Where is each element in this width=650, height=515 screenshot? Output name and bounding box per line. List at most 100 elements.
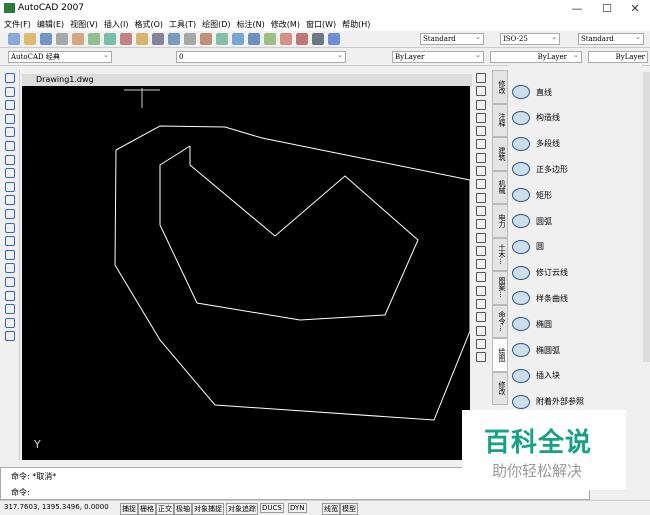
toolbar-icon[interactable] [296,33,308,45]
menu-item[interactable]: 文件(F) [4,19,31,30]
toolbar-icon[interactable] [72,33,84,45]
toolbar-icon[interactable] [280,33,292,45]
palette-item[interactable]: 圆弧 [508,209,552,233]
menu-item[interactable]: 修改(M) [271,19,300,30]
toolbar-icon[interactable] [120,33,132,45]
modify-tool-icon[interactable] [476,352,486,363]
draw-tool-icon[interactable] [5,181,15,192]
toolbar-icon[interactable] [328,33,340,45]
toolbar-icon[interactable] [24,33,36,45]
draw-tool-icon[interactable] [5,168,15,179]
palette-tab[interactable]: 修改 [492,70,508,104]
toolbar-icon[interactable] [312,33,324,45]
status-toggle[interactable]: 捕捉 [120,503,138,515]
palette-scrollbar[interactable] [643,72,650,362]
status-toggle[interactable]: 对象追踪 [226,503,258,515]
palette-item[interactable]: 矩形 [508,183,552,207]
modify-tool-icon[interactable] [476,259,486,270]
palette-tab[interactable]: 土木... [492,237,508,271]
draw-tool-icon[interactable] [5,276,15,287]
draw-tool-icon[interactable] [5,154,15,165]
draw-tool-icon[interactable] [5,304,15,315]
palette-item[interactable]: 样条曲线 [508,286,568,310]
draw-tool-icon[interactable] [5,208,15,219]
modify-tool-icon[interactable] [476,299,486,310]
palette-item[interactable]: 直线 [508,80,552,104]
draw-tool-icon[interactable] [5,113,15,124]
menu-item[interactable]: 插入(I) [104,19,129,30]
text-style-select[interactable]: Standard [420,32,484,45]
draw-tool-icon[interactable] [5,290,15,301]
modify-tool-icon[interactable] [476,86,486,97]
status-toggle[interactable]: 栅格 [138,503,156,515]
status-toggle[interactable]: 对象捕捉 [192,503,224,515]
palette-item[interactable]: 正多边形 [508,157,568,181]
menu-item[interactable]: 格式(O) [134,19,163,30]
toolbar-icon[interactable] [200,33,212,45]
workspace-select[interactable]: AutoCAD 经典 [8,50,112,63]
palette-item[interactable]: 圆 [508,235,544,259]
menu-item[interactable]: 绘图(D) [202,19,230,30]
linetype-select[interactable]: ByLayer [490,50,582,63]
menu-item[interactable]: 帮助(H) [342,19,370,30]
palette-item[interactable]: 构造线 [508,106,560,130]
draw-tool-icon[interactable] [5,195,15,206]
modify-tool-icon[interactable] [476,219,486,230]
toolbar-icon[interactable] [264,33,276,45]
menu-item[interactable]: 窗口(W) [306,19,336,30]
modify-tool-icon[interactable] [476,179,486,190]
status-toggle[interactable]: DYN [288,503,307,513]
draw-tool-icon[interactable] [5,140,15,151]
modify-tool-icon[interactable] [476,126,486,137]
toolbar-icon[interactable] [104,33,116,45]
palette-tab[interactable]: 电力 [492,204,508,238]
draw-tool-icon[interactable] [5,73,15,83]
palette-tab[interactable]: 机械 [492,170,508,204]
toolbar-icon[interactable] [40,33,52,45]
dim-style-select[interactable]: ISO-25 [500,32,560,45]
table-style-select[interactable]: Standard [578,32,644,45]
draw-tool-icon[interactable] [5,331,15,342]
toolbar-icon[interactable] [184,33,196,45]
draw-tool-icon[interactable] [5,263,15,274]
palette-tab[interactable]: 修改 [492,371,508,405]
toolbar-icon[interactable] [88,33,100,45]
maximize-button[interactable]: ☐ [592,2,622,15]
toolbar-icon[interactable] [8,33,20,45]
toolbar-icon[interactable] [216,33,228,45]
document-tab[interactable]: Drawing1.dwg [22,74,472,86]
palette-tab[interactable]: 注释 [492,103,508,137]
modify-tool-icon[interactable] [476,73,486,83]
status-toggle[interactable]: 模型 [340,503,358,515]
minimize-button[interactable]: — [562,2,592,15]
palette-tab[interactable]: 建筑 [492,137,508,171]
modify-tool-icon[interactable] [476,245,486,256]
modify-tool-icon[interactable] [476,232,486,243]
modify-tool-icon[interactable] [476,192,486,203]
palette-tab[interactable]: 图案... [492,271,508,305]
color-select[interactable]: ByLayer [392,50,484,63]
modify-tool-icon[interactable] [476,166,486,177]
draw-tool-icon[interactable] [5,222,15,233]
draw-tool-icon[interactable] [5,127,15,138]
toolbar-icon[interactable] [232,33,244,45]
draw-tool-icon[interactable] [5,86,15,97]
modify-tool-icon[interactable] [476,285,486,296]
toolbar-icon[interactable] [136,33,148,45]
toolbar-icon[interactable] [56,33,68,45]
modify-tool-icon[interactable] [476,312,486,323]
command-prompt[interactable]: 命令: [11,487,30,498]
modify-tool-icon[interactable] [476,338,486,349]
draw-tool-icon[interactable] [5,100,15,111]
draw-tool-icon[interactable] [5,249,15,260]
palette-tab[interactable]: 绘图 [492,338,508,372]
modify-tool-icon[interactable] [476,99,486,110]
menu-item[interactable]: 标注(N) [237,19,265,30]
modify-tool-icon[interactable] [476,139,486,150]
menu-item[interactable]: 视图(V) [70,19,98,30]
drawing-canvas[interactable]: Y [22,86,471,460]
toolbar-icon[interactable] [168,33,180,45]
modify-tool-icon[interactable] [476,272,486,283]
modify-tool-icon[interactable] [476,112,486,123]
toolbar-icon[interactable] [152,33,164,45]
